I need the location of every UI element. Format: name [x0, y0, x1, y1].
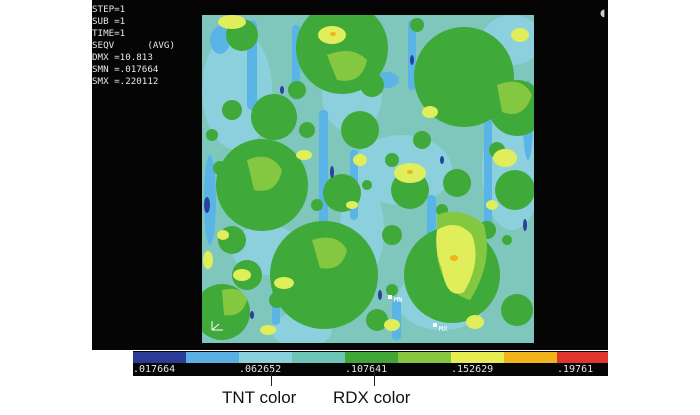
contour-plot: MN MX ◖: [202, 8, 605, 343]
tnt-callout-line: [271, 368, 272, 386]
legend-value: .19761: [557, 364, 594, 375]
legend-swatch: [398, 352, 451, 363]
ansys-result-figure: STEP=1 SUB =1 TIME=1 SEQV (AVG) DMX =10.…: [0, 0, 700, 415]
legend-value: .017664: [133, 364, 176, 375]
legend-swatch: [345, 352, 398, 363]
window-corner-icon: ◖: [600, 8, 605, 19]
legend-swatch: [504, 352, 557, 363]
max-marker-label: MX: [439, 325, 448, 333]
rdx-callout-line: [374, 368, 375, 386]
legend-swatch: [133, 352, 186, 363]
rdx-color-label: RDX color: [333, 388, 411, 407]
graphics-viewport: STEP=1 SUB =1 TIME=1 SEQV (AVG) DMX =10.…: [92, 0, 608, 350]
legend-swatch: [557, 352, 608, 363]
min-marker-label: MN: [394, 296, 402, 304]
legend-swatch: [451, 352, 504, 363]
legend-swatch: [239, 352, 292, 363]
legend-value: .062652: [239, 364, 282, 375]
color-legend: .017664 .062652 .107641 .152629 .19761: [133, 351, 608, 376]
legend-swatch: [186, 352, 239, 363]
tnt-color-label: TNT color: [222, 388, 297, 407]
legend-value: .107641: [345, 364, 388, 375]
legend-swatch: [292, 352, 345, 363]
legend-value: .152629: [451, 364, 494, 375]
legend-swatches: [133, 352, 608, 363]
